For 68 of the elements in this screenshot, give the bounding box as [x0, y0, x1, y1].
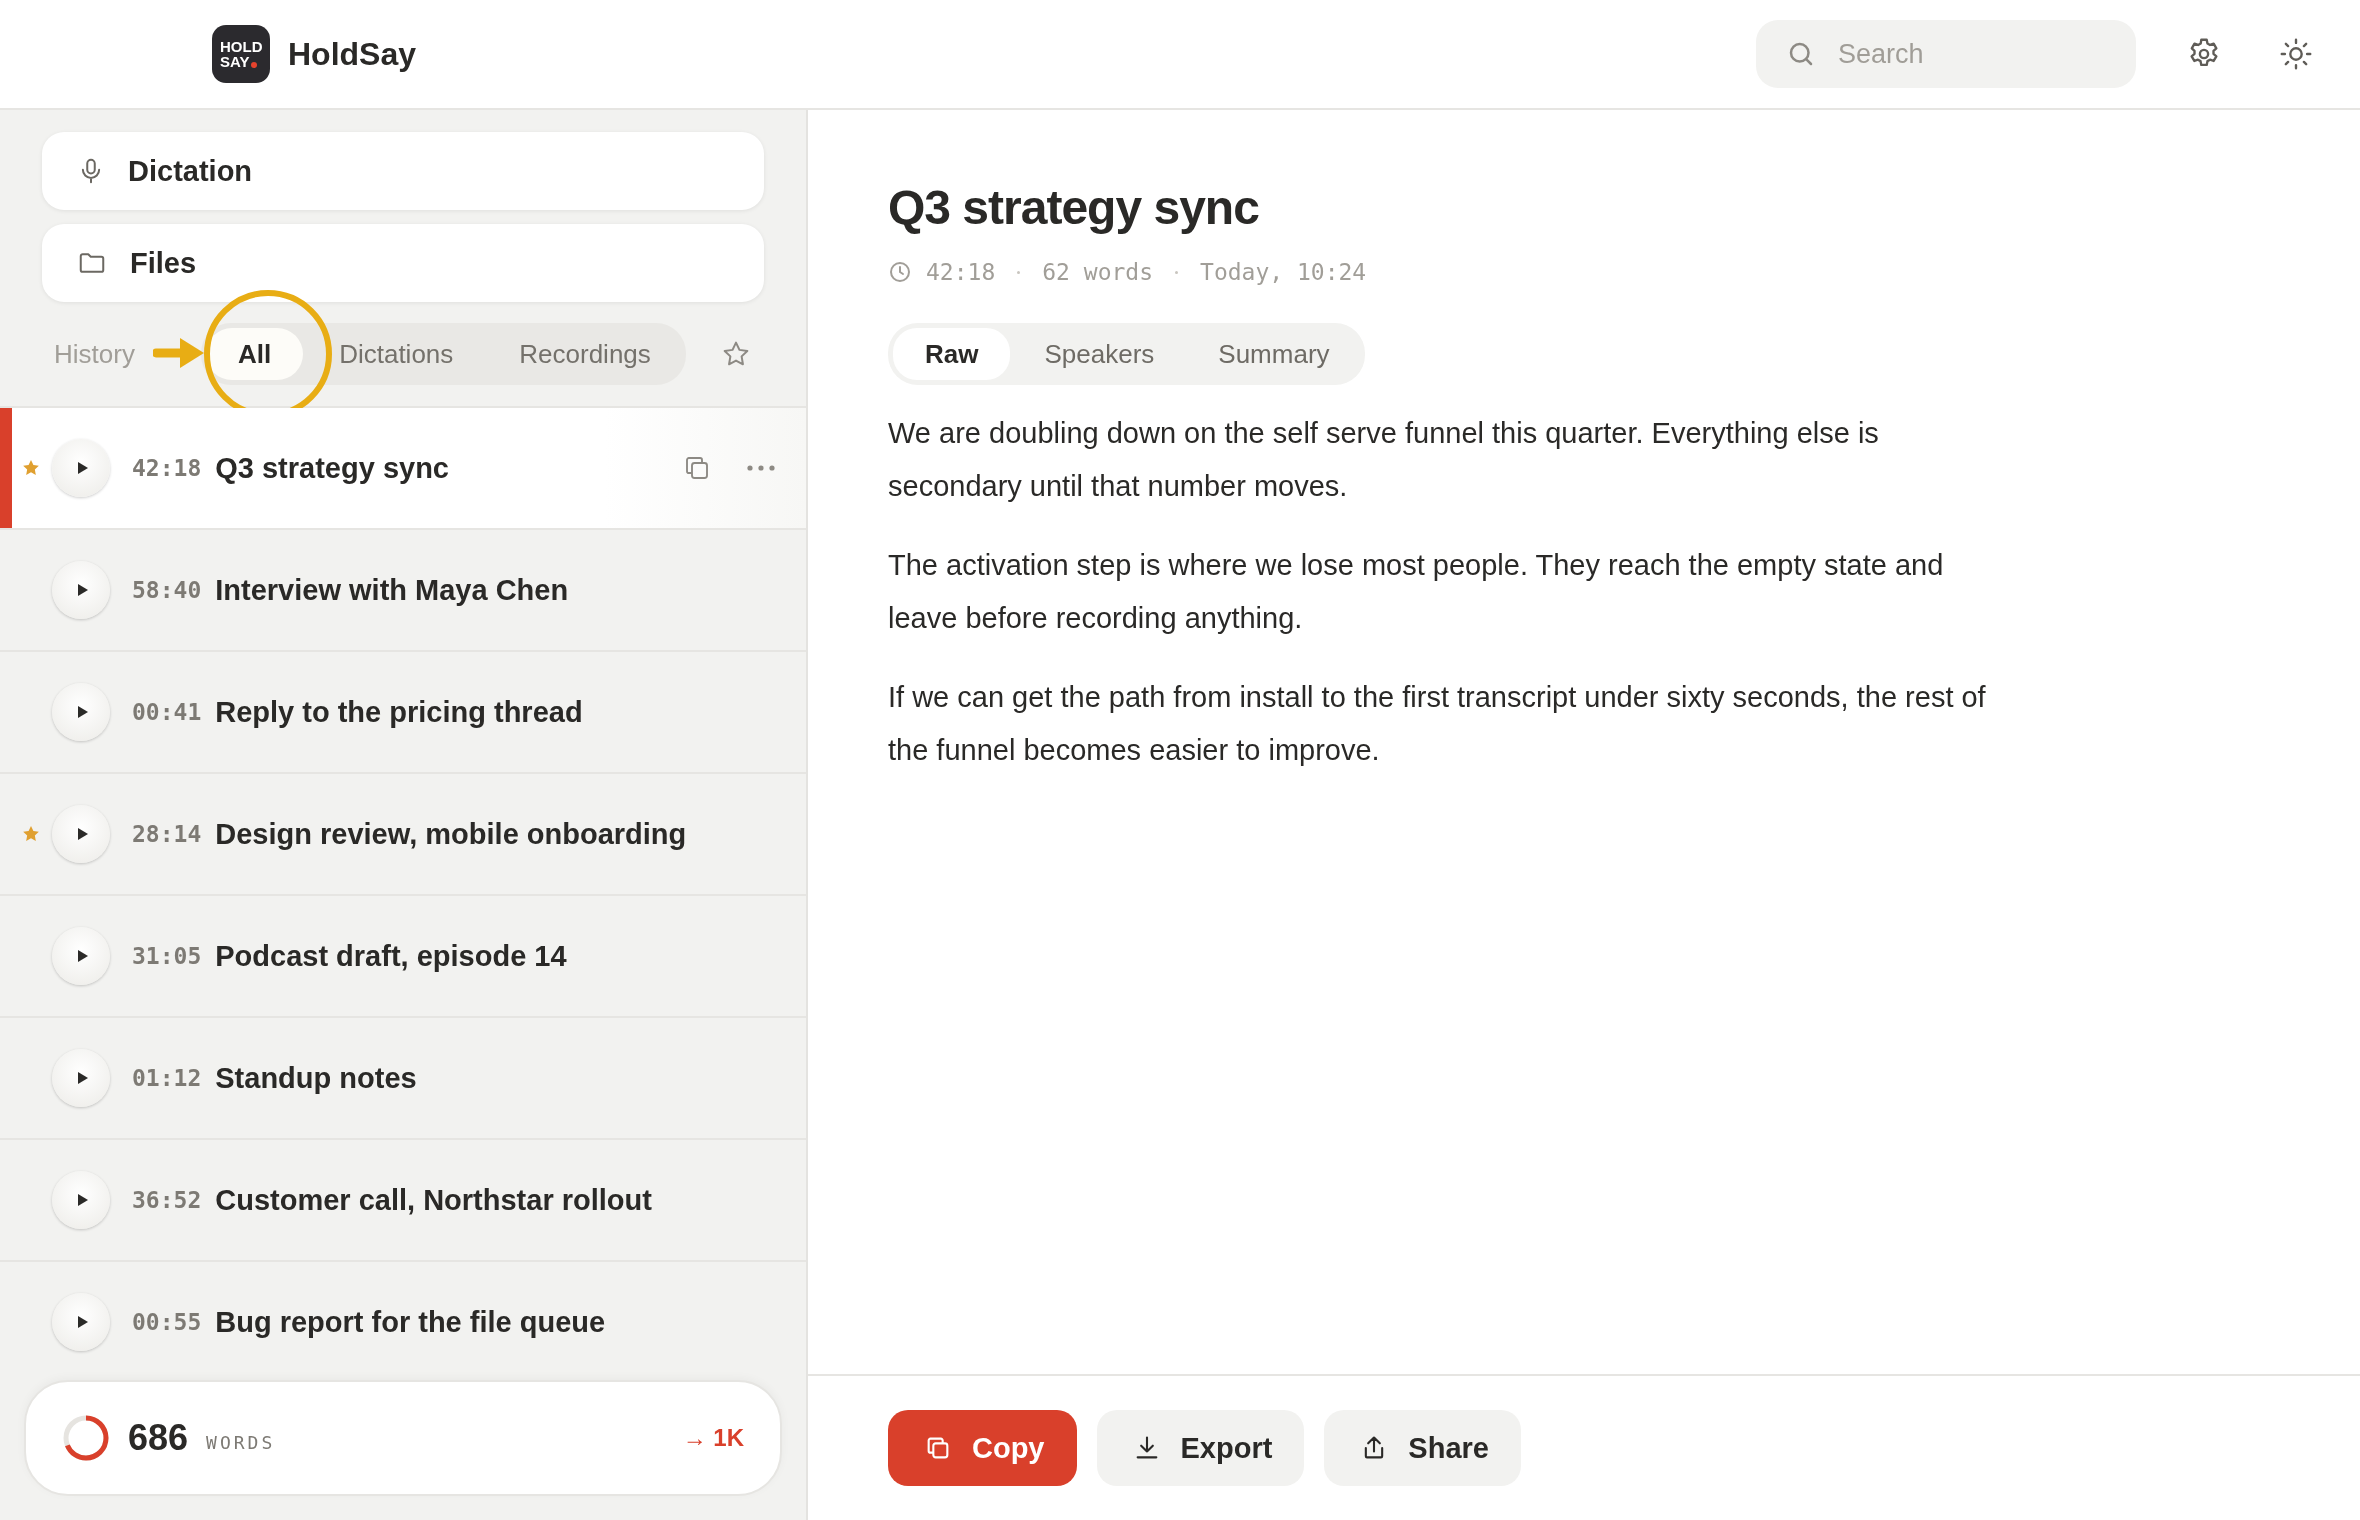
transcript-paragraph: The activation step is where we lose most people. They reach the empty state and leave before recording anything. [888, 548, 1945, 636]
action-button[interactable]: Export [1096, 1410, 1305, 1486]
history-label: History [54, 338, 135, 370]
transcript-paragraph: We are doubling down on the self serve funnel this quarter. Everything else is secondary until that number moves. [888, 416, 1880, 504]
view-tab[interactable]: Raw [893, 328, 1011, 380]
duration: 31:05 [132, 943, 202, 969]
duration: 00:41 [132, 699, 202, 725]
recording-title: Podcast draft, episode 14 [215, 939, 567, 973]
word-count: 62 words [1042, 259, 1154, 285]
duration: 00:55 [132, 1309, 202, 1335]
recording-title: Q3 strategy sync [215, 451, 449, 485]
word-goal: → 1K [682, 1424, 744, 1452]
play-button[interactable] [52, 927, 110, 985]
filter-tab[interactable]: Dictations [309, 328, 484, 380]
more-button[interactable] [746, 464, 776, 472]
action-button[interactable]: Share [1324, 1410, 1521, 1486]
play-button[interactable] [52, 561, 110, 619]
search-field[interactable]: Search [1756, 20, 2136, 88]
filter-tab[interactable]: Recordings [489, 328, 681, 380]
recording-title: Bug report for the file queue [215, 1305, 606, 1339]
play-button[interactable] [52, 1171, 110, 1229]
more-icon [746, 464, 776, 472]
arrow-icon [153, 336, 205, 370]
play-icon [76, 827, 89, 841]
recording-row[interactable]: 42:18 Q3 strategy sync [0, 408, 806, 530]
document-duration: 42:18 [926, 259, 996, 285]
recording-row[interactable]: 00:41 Reply to the pricing thread [0, 652, 806, 774]
view-tab[interactable]: Speakers [1014, 328, 1185, 380]
recording-title: Customer call, Northstar rollout [215, 1183, 652, 1217]
play-icon [76, 461, 89, 475]
duration: 42:18 [132, 455, 202, 481]
duration: 58:40 [132, 577, 202, 603]
play-icon [76, 1193, 89, 1207]
document-date: Today, 10:24 [1200, 259, 1367, 285]
play-icon [76, 705, 89, 719]
app-name: HoldSay [288, 35, 417, 73]
recording-title: Design review, mobile onboarding [215, 817, 687, 851]
app-logo: HOLD SAY [212, 25, 270, 83]
recording-row[interactable]: 01:12 Standup notes [0, 1018, 806, 1140]
recording-row[interactable]: 58:40 Interview with Maya Chen [0, 530, 806, 652]
recording-row[interactable]: 36:52 Customer call, Northstar rollout [0, 1140, 806, 1262]
word-count: 686 [128, 1417, 189, 1459]
recording-row[interactable]: 28:14 Design review, mobile onboarding [0, 774, 806, 896]
word-unit: WORDS [206, 1431, 276, 1453]
play-icon [76, 1071, 89, 1085]
duration: 01:12 [132, 1065, 202, 1091]
play-button[interactable] [52, 1293, 110, 1351]
play-button[interactable] [52, 805, 110, 863]
progress-ring [62, 1414, 110, 1462]
recording-title: Standup notes [215, 1061, 417, 1095]
view-tab[interactable]: Summary [1188, 328, 1360, 380]
duration: 28:14 [132, 821, 202, 847]
play-button[interactable] [52, 683, 110, 741]
nav-item[interactable]: Dictation [42, 132, 764, 210]
nav-item[interactable]: Files [42, 224, 764, 302]
recording-row[interactable]: 31:05 Podcast draft, episode 14 [0, 896, 806, 1018]
duration: 36:52 [132, 1187, 202, 1213]
play-icon [76, 949, 89, 963]
play-icon [76, 583, 89, 597]
play-icon [76, 1315, 89, 1329]
recording-title: Interview with Maya Chen [215, 573, 569, 607]
transcript-paragraph: If we can get the path from install to the first transcript under sixty seconds, the rest of the funnel becomes easier to improve. [888, 680, 1987, 768]
clock-icon [888, 260, 912, 284]
document-title: Q3 strategy sync [888, 180, 1260, 235]
play-button[interactable] [52, 1049, 110, 1107]
play-button[interactable] [52, 439, 110, 497]
action-button[interactable]: Copy [888, 1410, 1077, 1486]
recording-title: Reply to the pricing thread [215, 695, 583, 729]
